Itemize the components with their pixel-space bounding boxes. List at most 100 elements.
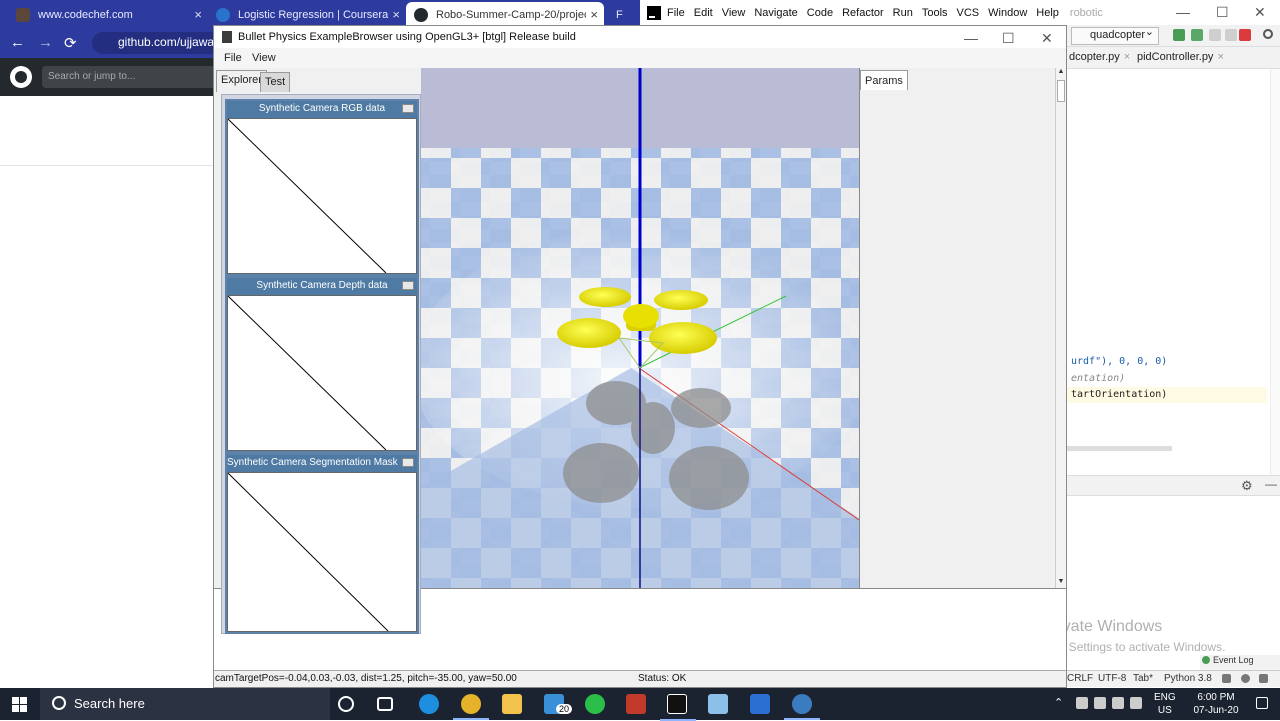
python-icon[interactable] bbox=[784, 694, 820, 720]
pycharm-minimize-icon[interactable]: — bbox=[1176, 4, 1190, 20]
scroll-up-icon[interactable]: ▲ bbox=[1056, 68, 1066, 78]
project-name: robotic bbox=[1069, 6, 1103, 19]
pane-header[interactable]: Synthetic Camera Depth data bbox=[227, 278, 417, 295]
pycharm-menu-view[interactable]: View bbox=[722, 7, 746, 19]
tab-label: pidController.py bbox=[1137, 51, 1214, 63]
tab-close-icon[interactable]: × bbox=[1124, 51, 1130, 63]
edge-icon[interactable] bbox=[419, 694, 439, 714]
params-panel: Params bbox=[859, 68, 1055, 588]
editor-scrollbar[interactable] bbox=[1270, 69, 1280, 475]
editor-horizontal-scrollbar[interactable] bbox=[1067, 446, 1172, 451]
hide-panel-icon[interactable]: — bbox=[1265, 477, 1277, 491]
clock[interactable]: 6:00 PM 07-Jun-20 bbox=[1186, 691, 1246, 717]
volume-icon[interactable] bbox=[1130, 697, 1142, 709]
indent-widget[interactable]: Tab* bbox=[1133, 673, 1153, 684]
pane-minimize-icon[interactable] bbox=[402, 458, 414, 467]
tab-params[interactable]: Params bbox=[860, 70, 908, 90]
pycharm-menu-code[interactable]: Code bbox=[807, 7, 833, 19]
bullet-titlebar[interactable]: Bullet Physics ExampleBrowser using Open… bbox=[214, 26, 1066, 48]
pycharm-menu-help[interactable]: Help bbox=[1036, 7, 1059, 19]
tab-close-icon[interactable]: × bbox=[392, 7, 400, 22]
pane-minimize-icon[interactable] bbox=[402, 281, 414, 290]
pycharm-menu-tools[interactable]: Tools bbox=[922, 7, 948, 19]
battery-icon[interactable] bbox=[1094, 697, 1106, 709]
camera-pane-segmentation[interactable]: Synthetic Camera Segmentation Mask bbox=[225, 453, 419, 634]
tab-close-icon[interactable]: × bbox=[194, 7, 202, 22]
pane-header[interactable]: Synthetic Camera RGB data bbox=[227, 101, 417, 118]
interpreter-widget[interactable]: Python 3.8 bbox=[1164, 673, 1212, 684]
minimize-icon[interactable]: — bbox=[964, 30, 978, 46]
pycharm-menu-vcs[interactable]: VCS bbox=[957, 7, 980, 19]
pycharm-menu-window[interactable]: Window bbox=[988, 7, 1027, 19]
tab-close-icon[interactable]: × bbox=[590, 7, 598, 22]
notifications-icon[interactable] bbox=[1259, 674, 1268, 683]
cortana-icon[interactable] bbox=[338, 696, 354, 712]
code-editor[interactable]: urdf"), 0, 0, 0) entation) tartOrientati… bbox=[1067, 69, 1280, 475]
profile-icon[interactable] bbox=[1225, 29, 1237, 41]
line-separator-widget[interactable]: CRLF bbox=[1067, 673, 1093, 684]
maximize-icon[interactable]: ☐ bbox=[1002, 30, 1015, 47]
pane-header[interactable]: Synthetic Camera Segmentation Mask bbox=[227, 455, 417, 472]
pycharm-menu-navigate[interactable]: Navigate bbox=[754, 7, 797, 19]
pycharm-menu-run[interactable]: Run bbox=[893, 7, 913, 19]
language-indicator[interactable]: ENG US bbox=[1154, 691, 1176, 717]
network-icon[interactable] bbox=[1076, 697, 1088, 709]
address-bar[interactable]: github.com/ujjawa bbox=[92, 32, 222, 54]
file-explorer-icon[interactable] bbox=[502, 694, 522, 714]
menu-view[interactable]: View bbox=[252, 52, 276, 64]
notes-icon[interactable] bbox=[708, 694, 728, 714]
tab-title: www.codechef.com bbox=[38, 9, 133, 21]
windows-taskbar: Search here 20 ⌃ ENG US 6:00 PM 07-Jun-2… bbox=[0, 688, 1280, 721]
menu-file[interactable]: File bbox=[224, 52, 242, 64]
pycharm-tool-window: ⚙ — bbox=[1067, 475, 1280, 655]
app-icon[interactable] bbox=[626, 694, 646, 714]
github-logo-icon[interactable] bbox=[10, 66, 32, 88]
tab-close-icon[interactable]: × bbox=[1217, 51, 1223, 63]
camera-pane-depth[interactable]: Synthetic Camera Depth data bbox=[225, 276, 419, 453]
event-log-label: Event Log bbox=[1213, 655, 1254, 665]
editor-tab-pidcontroller[interactable]: pidController.py × bbox=[1137, 51, 1224, 63]
pycharm-menu-edit[interactable]: Edit bbox=[694, 7, 713, 19]
pycharm-menu-file[interactable]: File bbox=[667, 7, 685, 19]
chevron-up-icon[interactable]: ⌃ bbox=[1054, 696, 1063, 709]
reload-icon[interactable]: ⟳ bbox=[64, 34, 77, 52]
notifications-icon[interactable] bbox=[1256, 697, 1268, 709]
start-button[interactable] bbox=[0, 688, 40, 720]
back-icon[interactable]: ← bbox=[10, 34, 25, 51]
scroll-thumb[interactable] bbox=[1057, 80, 1065, 102]
photos-icon[interactable] bbox=[750, 694, 770, 714]
github-search-input[interactable]: Search or jump to... bbox=[42, 66, 218, 88]
chrome-tab-codechef[interactable]: www.codechef.com × bbox=[8, 2, 208, 28]
lock-icon[interactable] bbox=[1222, 674, 1231, 683]
pycharm-icon[interactable] bbox=[660, 694, 696, 721]
editor-tab-quadcopter[interactable]: dcopter.py × bbox=[1069, 51, 1130, 63]
coverage-icon[interactable] bbox=[1209, 29, 1221, 41]
settings-gear-icon[interactable]: ⚙ bbox=[1241, 478, 1253, 494]
event-log-button[interactable]: Event Log bbox=[1200, 655, 1280, 670]
tab-test[interactable]: Test bbox=[260, 72, 291, 92]
scroll-down-icon[interactable]: ▼ bbox=[1056, 578, 1066, 588]
encoding-widget[interactable]: UTF-8 bbox=[1098, 673, 1126, 684]
rerun-icon[interactable] bbox=[1173, 29, 1185, 41]
pycharm-close-icon[interactable]: ✕ bbox=[1254, 4, 1266, 21]
run-configuration-select[interactable]: quadcopter bbox=[1071, 25, 1159, 45]
pane-minimize-icon[interactable] bbox=[402, 104, 414, 113]
chrome-icon[interactable] bbox=[453, 694, 489, 720]
pycharm-menu-refactor[interactable]: Refactor bbox=[842, 7, 884, 19]
onedrive-icon[interactable] bbox=[1112, 697, 1124, 709]
taskbar-search-box[interactable]: Search here bbox=[40, 688, 330, 720]
3d-viewport[interactable] bbox=[421, 68, 859, 588]
whatsapp-icon[interactable] bbox=[585, 694, 605, 714]
bullet-scrollbar[interactable]: ▲ ▼ bbox=[1055, 68, 1066, 588]
debug-icon[interactable] bbox=[1191, 29, 1203, 41]
inspector-icon[interactable] bbox=[1241, 674, 1250, 683]
search-icon[interactable] bbox=[1263, 29, 1273, 39]
pycharm-logo-icon bbox=[647, 5, 661, 20]
pycharm-maximize-icon[interactable]: ☐ bbox=[1216, 4, 1229, 21]
forward-icon[interactable]: → bbox=[38, 34, 53, 51]
task-view-icon[interactable] bbox=[377, 697, 393, 711]
close-icon[interactable]: ✕ bbox=[1041, 30, 1053, 47]
camera-pane-rgb[interactable]: Synthetic Camera RGB data bbox=[225, 99, 419, 276]
stop-icon[interactable] bbox=[1239, 29, 1251, 41]
synthetic-camera-column: Synthetic Camera RGB data Synthetic Came… bbox=[221, 94, 421, 634]
